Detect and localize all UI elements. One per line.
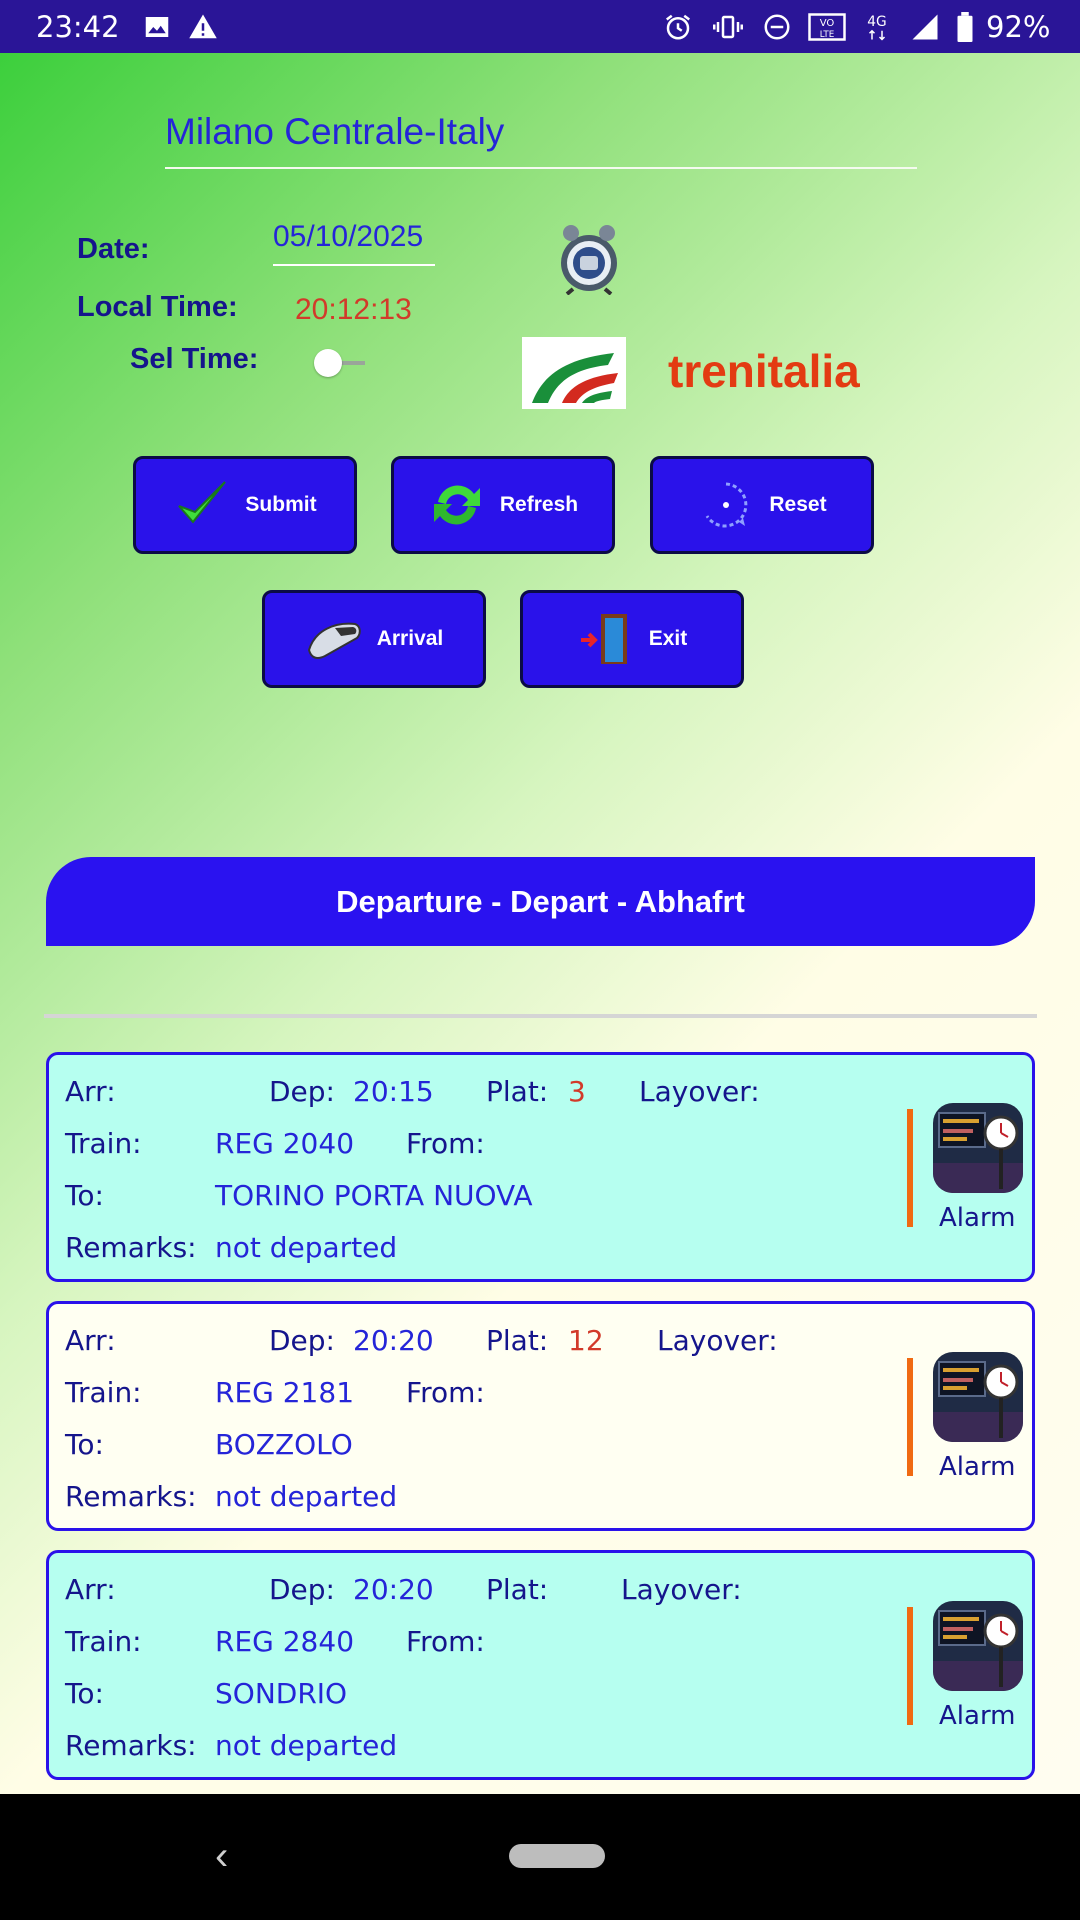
train-label: Train: — [65, 1127, 142, 1160]
arrival-label: Arrival — [376, 627, 444, 650]
destination: BOZZOLO — [215, 1428, 353, 1461]
local-time-value: 20:12:13 — [295, 293, 412, 326]
arrival-button[interactable]: Arrival — [262, 590, 486, 688]
date-field[interactable]: 05/10/2025 — [273, 220, 423, 254]
warning-icon — [189, 14, 217, 39]
from-label: From: — [406, 1127, 485, 1160]
date-underline — [273, 264, 435, 266]
refresh-icon — [433, 485, 480, 525]
dep-label: Dep: — [269, 1324, 335, 1357]
vibrate-icon — [713, 15, 743, 39]
to-label: To: — [65, 1677, 104, 1710]
reset-button[interactable]: Reset — [650, 456, 874, 554]
train-label: Train: — [65, 1625, 142, 1658]
signal-icon — [912, 14, 938, 40]
alarm-divider — [907, 1358, 913, 1476]
departures-board-clock-icon[interactable] — [933, 1601, 1023, 1691]
alarm-icon — [666, 14, 690, 40]
from-label: From: — [406, 1625, 485, 1658]
volte-icon: VOLTE — [808, 13, 846, 41]
platform-value: 3 — [568, 1075, 586, 1108]
exit-label: Exit — [648, 627, 688, 650]
svg-text:4G: 4G — [867, 14, 886, 30]
plat-label: Plat: — [486, 1075, 549, 1108]
alarm-divider — [907, 1607, 913, 1725]
submit-label: Submit — [245, 493, 317, 516]
layover-label: Layover: — [621, 1573, 742, 1606]
home-pill[interactable] — [509, 1844, 605, 1868]
submit-button[interactable]: Submit — [133, 456, 357, 554]
alarm-label[interactable]: Alarm — [939, 1452, 1016, 1482]
train-number: REG 2181 — [215, 1376, 355, 1409]
dnd-icon — [764, 14, 790, 40]
date-label: Date: — [77, 233, 150, 265]
alarm-clock-icon[interactable] — [553, 221, 625, 295]
remarks-label: Remarks: — [65, 1729, 197, 1762]
departures-board-clock-icon[interactable] — [933, 1352, 1023, 1442]
destination: SONDRIO — [215, 1677, 348, 1710]
dep-label: Dep: — [269, 1075, 335, 1108]
alarm-label[interactable]: Alarm — [939, 1203, 1016, 1233]
departure-card[interactable]: Arr: Dep: 20:15 Plat: 3 Layover: Train: REG 204… — [46, 1052, 1035, 1282]
trenitalia-brand: trenitalia — [668, 345, 860, 397]
layover-label: Layover: — [639, 1075, 760, 1108]
svg-text:VO: VO — [820, 18, 835, 29]
platform-value: 12 — [568, 1324, 604, 1357]
departure-header: Departure - Depart - Abhafrt — [46, 857, 1035, 946]
4g-icon: 4G — [867, 14, 887, 41]
image-icon — [145, 17, 169, 37]
alarm-label[interactable]: Alarm — [939, 1701, 1016, 1731]
train-icon — [307, 622, 361, 659]
status-time: 23:42 — [36, 10, 120, 44]
local-time-label: Local Time: — [77, 291, 238, 323]
exit-button[interactable]: Exit — [520, 590, 744, 688]
from-label: From: — [406, 1376, 485, 1409]
departure-card[interactable]: Arr: Dep: 20:20 Plat: 12 Layover: Train: REG 21… — [46, 1301, 1035, 1531]
remarks-label: Remarks: — [65, 1480, 197, 1513]
sel-time-switch[interactable] — [313, 348, 365, 378]
to-label: To: — [65, 1179, 104, 1212]
svg-text:LTE: LTE — [820, 30, 835, 40]
to-label: To: — [65, 1428, 104, 1461]
layover-label: Layover: — [657, 1324, 778, 1357]
status-bar: 23:42 VO LTE 4G 92% — [0, 0, 1080, 53]
app-content: Milano Centrale-Italy Date: 05/10/2025 L… — [0, 53, 1080, 1794]
back-icon[interactable]: ‹ — [215, 1834, 228, 1879]
station-title[interactable]: Milano Centrale-Italy — [165, 111, 504, 153]
train-number: REG 2040 — [215, 1127, 355, 1160]
reset-label: Reset — [769, 493, 827, 516]
departures-board-clock-icon[interactable] — [933, 1103, 1023, 1193]
divider — [44, 1014, 1037, 1018]
plat-label: Plat: — [486, 1324, 549, 1357]
exit-door-icon — [580, 614, 627, 664]
arr-label: Arr: — [65, 1573, 116, 1606]
departure-card[interactable]: Arr: Dep: 20:20 Plat: Layover: Train: REG 2840… — [46, 1550, 1035, 1780]
train-number: REG 2840 — [215, 1625, 355, 1658]
refresh-button[interactable]: Refresh — [391, 456, 615, 554]
remarks-value: not departed — [215, 1480, 398, 1513]
reset-icon — [706, 482, 748, 528]
arr-label: Arr: — [65, 1324, 116, 1357]
remarks-value: not departed — [215, 1231, 398, 1264]
switch-thumb[interactable] — [314, 349, 342, 377]
remarks-value: not departed — [215, 1729, 398, 1762]
dep-time: 20:20 — [353, 1573, 434, 1606]
station-underline — [165, 167, 917, 169]
arr-label: Arr: — [65, 1075, 116, 1108]
destination: TORINO PORTA NUOVA — [215, 1179, 533, 1212]
remarks-label: Remarks: — [65, 1231, 197, 1264]
dep-time: 20:20 — [353, 1324, 434, 1357]
battery-percent: 92% — [986, 10, 1051, 44]
navigation-bar: ‹ — [0, 1794, 1080, 1920]
dep-time: 20:15 — [353, 1075, 434, 1108]
checkmark-icon — [178, 481, 227, 524]
plat-label: Plat: — [486, 1573, 549, 1606]
dep-label: Dep: — [269, 1573, 335, 1606]
alarm-divider — [907, 1109, 913, 1227]
train-label: Train: — [65, 1376, 142, 1409]
refresh-label: Refresh — [499, 493, 579, 516]
battery-icon — [957, 12, 973, 42]
fs-logo-icon — [522, 337, 626, 409]
sel-time-label: Sel Time: — [130, 343, 259, 375]
